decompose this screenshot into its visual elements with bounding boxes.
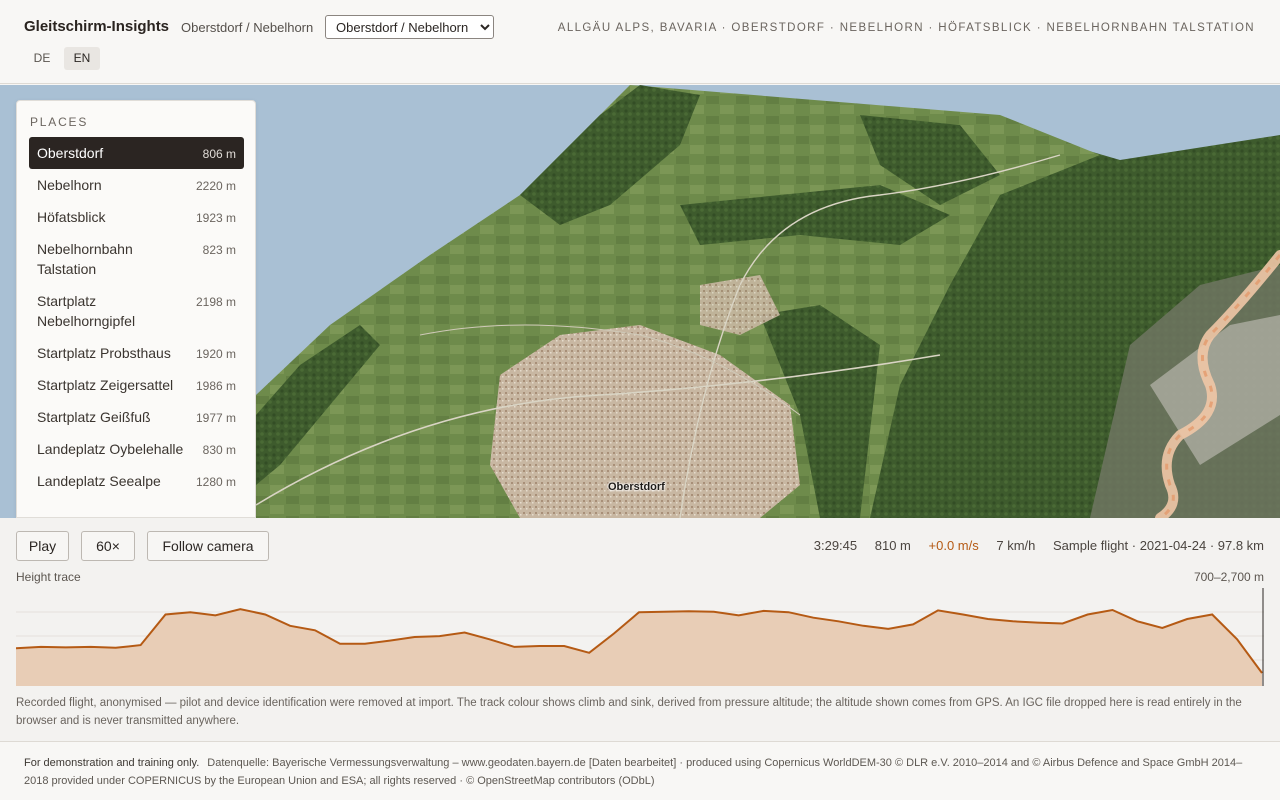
place-item-startplatz-nebelhorngipfel[interactable]: Startplatz Nebelhorngipfel 2198 m [29, 285, 244, 337]
place-name: Startplatz Geißfuß [37, 409, 151, 425]
stat-time: 3:29:45 [813, 538, 858, 553]
playback-speed-button[interactable]: 60× [81, 531, 135, 561]
follow-camera-button[interactable]: Follow camera [147, 531, 269, 561]
place-item-oberstdorf[interactable]: Oberstdorf 806 m [29, 137, 244, 169]
site-subtitle: Oberstdorf / Nebelhorn [181, 20, 314, 35]
place-altitude: 830 m [202, 443, 236, 457]
place-name: Startplatz Zeigersattel [37, 377, 174, 393]
height-trace-chart[interactable] [16, 588, 1264, 686]
footer-text: For demonstration and training only. Date… [24, 754, 1259, 790]
breadcrumb: ALLGÄU ALPS, BAVARIA · OBERSTDORF · NEBE… [557, 22, 1255, 34]
places-panel: PLACES Oberstdorf 806 m Nebelhorn 2220 m… [16, 100, 256, 518]
place-item-landeplatz-oybelehalle[interactable]: Landeplatz Oybelehalle 830 m [29, 433, 244, 465]
place-name: Startplatz Nebelhorngipfel [37, 293, 136, 329]
playback-panel: Play 60× Follow camera 3:29:45 810 m +0.… [0, 518, 1280, 741]
stat-speed: 7 km/h [996, 538, 1036, 553]
place-altitude: 1280 m [195, 475, 236, 489]
footer-demo-notice: For demonstration and training only. [24, 757, 200, 769]
height-trace-range: 700–2,700 m [1193, 570, 1264, 584]
place-altitude: 1986 m [195, 379, 236, 393]
place-name: Höfatsblick [37, 209, 106, 225]
footer-attribution: Datenquelle: Bayerische Vermessungsverwa… [24, 757, 1243, 787]
stat-flight-info: Sample flight · 2021-04-24 · 97.8 km [1053, 538, 1264, 553]
map-label-oberstdorf: Oberstdorf [608, 481, 665, 493]
place-altitude: 2198 m [195, 295, 236, 309]
place-altitude: 823 m [202, 243, 236, 257]
place-altitude: 1923 m [195, 211, 236, 225]
place-altitude: 1920 m [195, 347, 236, 361]
places-title: PLACES [30, 115, 89, 129]
app-header: Gleitschirm-Insights Oberstdorf / Nebelh… [0, 0, 1280, 84]
brand-title: Gleitschirm-Insights [24, 18, 170, 35]
place-altitude: 2220 m [195, 179, 236, 193]
place-item-startplatz-geissfuss[interactable]: Startplatz Geißfuß 1977 m [29, 401, 244, 433]
place-name: Oberstdorf [37, 145, 104, 161]
privacy-note: Recorded flight, anonymised — pilot and … [16, 697, 1242, 727]
place-altitude: 806 m [202, 147, 236, 161]
place-item-landeplatz-seealpe[interactable]: Landeplatz Seealpe 1280 m [29, 465, 244, 497]
stat-altitude: 810 m [874, 538, 911, 553]
height-trace-area [16, 609, 1262, 686]
place-altitude: 1977 m [195, 411, 236, 425]
flight-stats: 3:29:45 810 m +0.0 m/s 7 km/h Sample fli… [800, 538, 1264, 553]
height-trace-label: Height trace [16, 570, 81, 584]
place-name: Nebelhornbahn Talstation [37, 241, 133, 277]
place-item-startplatz-probsthaus[interactable]: Startplatz Probsthaus 1920 m [29, 337, 244, 369]
stat-vario: +0.0 m/s [928, 538, 979, 553]
place-item-nebelhorn[interactable]: Nebelhorn 2220 m [29, 169, 244, 201]
place-name: Nebelhorn [37, 177, 102, 193]
places-list: Oberstdorf 806 m Nebelhorn 2220 m Höfats… [29, 137, 244, 497]
place-name: Startplatz Probsthaus [37, 345, 171, 361]
site-select[interactable]: Oberstdorf / Nebelhorn [325, 15, 494, 39]
language-en-button[interactable]: EN [64, 47, 100, 70]
footer: For demonstration and training only. Date… [0, 741, 1280, 800]
place-item-startplatz-zeigersattel[interactable]: Startplatz Zeigersattel 1986 m [29, 369, 244, 401]
place-item-nebelhornbahn-talstation[interactable]: Nebelhornbahn Talstation 823 m [29, 233, 244, 285]
place-name: Landeplatz Oybelehalle [37, 441, 184, 457]
place-name: Landeplatz Seealpe [37, 473, 161, 489]
play-button[interactable]: Play [16, 531, 69, 561]
language-de-button[interactable]: DE [24, 47, 60, 70]
place-item-hoefatsblick[interactable]: Höfatsblick 1923 m [29, 201, 244, 233]
